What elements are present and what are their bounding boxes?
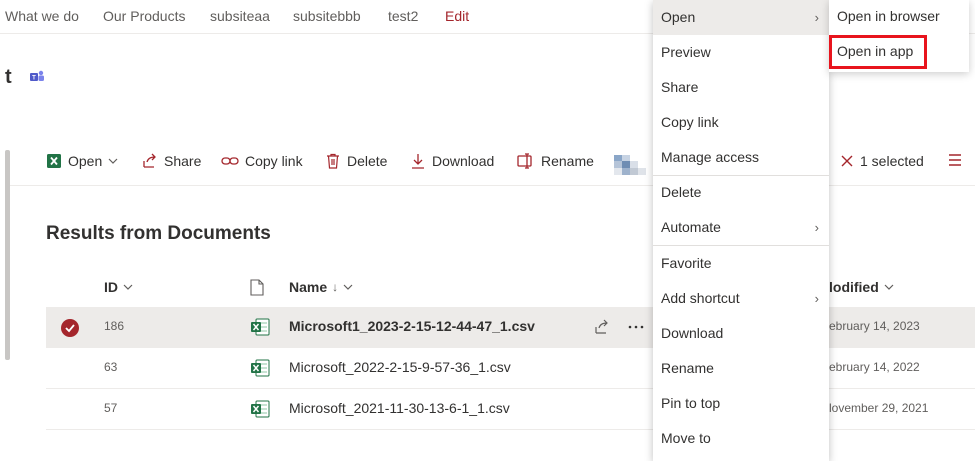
row-file-name[interactable]: Microsoft1_2023-2-15-12-44-47_1.csv [289, 318, 535, 334]
open-label: Open [68, 153, 103, 169]
nav-link-what-we-do[interactable]: What we do [5, 8, 79, 24]
nav-link-subsitebbb[interactable]: subsitebbb [293, 8, 361, 24]
menu-item-manage-access[interactable]: Manage access [653, 140, 829, 175]
column-header-modified[interactable]: lodified [829, 279, 894, 295]
download-button[interactable]: Download [410, 153, 494, 169]
excel-file-icon [251, 318, 270, 336]
download-icon [412, 154, 424, 169]
chevron-down-icon [884, 284, 894, 290]
column-header-modified-label: lodified [829, 279, 879, 295]
column-header-id-label: ID [104, 279, 118, 295]
menu-item-label: Download [661, 325, 724, 341]
menu-item-automate[interactable]: Automate › [653, 210, 829, 245]
table-row[interactable]: 57 Microsoft_2021-11-30-13-6-1_1.csv lov… [46, 389, 975, 430]
menu-item-share[interactable]: Share [653, 70, 829, 105]
rename-label: Rename [541, 153, 594, 169]
menu-item-label: Preview [661, 44, 711, 60]
copy-link-label: Copy link [245, 153, 303, 169]
download-label: Download [432, 153, 495, 169]
column-header-name[interactable]: Name ↓ [289, 279, 353, 295]
menu-item-preview[interactable]: Preview [653, 35, 829, 70]
menu-item-add-shortcut[interactable]: Add shortcut › [653, 281, 829, 316]
open-button[interactable]: Open [46, 153, 118, 169]
menu-item-copy-link[interactable]: Copy link [653, 105, 829, 140]
share-button[interactable]: Share [142, 153, 201, 169]
menu-item-label: Delete [661, 184, 702, 200]
row-checkmark-icon[interactable] [61, 319, 79, 337]
excel-file-icon [251, 400, 270, 418]
selected-count: 1 selected [860, 153, 924, 169]
table-row[interactable]: 186 Microsoft1_2023-2-15-12-44-47_1.csv … [46, 307, 975, 348]
column-header-id[interactable]: ID [104, 279, 133, 295]
menu-item-label: Move to [661, 430, 711, 446]
row-modified: ebruary 14, 2023 [829, 319, 920, 333]
menu-lines-icon [949, 154, 961, 166]
nav-link-test2[interactable]: test2 [388, 8, 418, 24]
menu-item-move-to[interactable]: Move to [653, 421, 829, 456]
nav-link-our-products[interactable]: Our Products [103, 8, 185, 24]
column-header-name-label: Name [289, 279, 328, 295]
menu-item-label: Manage access [661, 149, 760, 165]
share-icon [143, 153, 156, 168]
more-actions-icon[interactable] [628, 325, 644, 329]
menu-item-rename[interactable]: Rename [653, 351, 829, 386]
rename-button[interactable]: Rename [517, 153, 594, 169]
nav-edit-link[interactable]: Edit [445, 8, 469, 24]
row-file-name[interactable]: Microsoft_2022-2-15-9-57-36_1.csv [289, 359, 511, 375]
trash-icon [327, 153, 339, 169]
details-pane-button[interactable] [948, 153, 962, 167]
sort-arrow-icon: ↓ [332, 280, 339, 294]
nav-link-subsiteaa[interactable]: subsiteaa [210, 8, 270, 24]
chevron-right-icon: › [814, 10, 819, 25]
clear-selection-button[interactable]: 1 selected [840, 153, 924, 169]
rename-icon [517, 153, 532, 169]
chevron-right-icon: › [814, 220, 819, 235]
menu-item-label: Add shortcut [661, 290, 740, 306]
share-label: Share [164, 153, 202, 169]
context-menu: Open › Preview Share Copy link Manage ac… [653, 0, 829, 461]
excel-file-icon [251, 359, 270, 377]
delete-button[interactable]: Delete [325, 153, 387, 169]
excel-icon [47, 154, 61, 168]
menu-item-favorite[interactable]: Favorite [653, 246, 829, 281]
menu-item-delete[interactable]: Delete [653, 175, 829, 210]
menu-item-label: Favorite [661, 255, 712, 271]
results-heading: Results from Documents [46, 223, 271, 244]
row-id: 57 [104, 401, 118, 415]
menu-item-open[interactable]: Open › [653, 0, 829, 35]
row-file-name[interactable]: Microsoft_2021-11-30-13-6-1_1.csv [289, 400, 510, 416]
menu-item-label: Open [661, 9, 696, 25]
chevron-down-icon [123, 284, 133, 290]
submenu-item-open-in-browser[interactable]: Open in browser [829, 0, 969, 33]
table-row[interactable]: 63 Microsoft_2022-2-15-9-57-36_1.csv ebr… [46, 348, 975, 389]
menu-item-pin-to-top[interactable]: Pin to top [653, 386, 829, 421]
copy-link-button[interactable]: Copy link [221, 153, 303, 169]
site-title: t [5, 66, 12, 88]
menu-item-label: Pin to top [661, 395, 721, 411]
svg-text:T: T [32, 76, 36, 82]
blurred-icon [614, 155, 646, 175]
submenu-item-label: Open in browser [837, 8, 940, 24]
chevron-down-icon [108, 158, 118, 164]
link-icon [221, 157, 239, 165]
highlight-annotation-box [829, 35, 927, 69]
row-modified: ebruary 14, 2022 [829, 360, 920, 374]
share-icon[interactable] [594, 319, 610, 335]
menu-item-label: Share [661, 79, 699, 95]
file-type-icon[interactable] [250, 279, 264, 296]
row-id: 63 [104, 360, 118, 374]
row-modified: lovember 29, 2021 [829, 401, 929, 415]
delete-label: Delete [347, 153, 388, 169]
close-icon [841, 155, 853, 167]
teams-icon[interactable]: T [29, 69, 45, 83]
menu-item-label: Rename [661, 360, 714, 376]
command-bar: Open Share Copy link Delete Download Ren… [10, 140, 975, 186]
menu-item-label: Copy link [661, 114, 719, 130]
row-id: 186 [104, 319, 125, 333]
chevron-down-icon [343, 284, 353, 290]
chevron-right-icon: › [814, 291, 819, 306]
menu-item-label: Automate [661, 219, 721, 235]
menu-item-download[interactable]: Download [653, 316, 829, 351]
